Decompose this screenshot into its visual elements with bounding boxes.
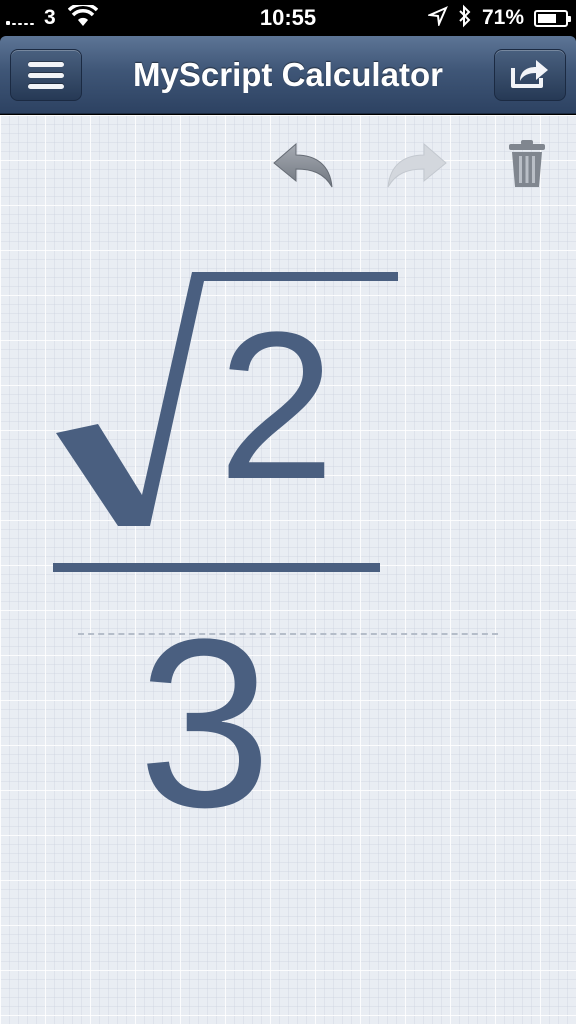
status-right: 71% [426, 0, 571, 36]
menu-button[interactable] [10, 49, 82, 101]
location-arrow-icon [426, 5, 448, 31]
numerator-digit: 2 [218, 288, 335, 523]
writing-canvas[interactable]: 2 3 [0, 115, 576, 1024]
nav-bar: MyScript Calculator [0, 36, 576, 114]
share-export-icon [509, 56, 551, 95]
bluetooth-icon [458, 4, 472, 33]
battery-percent: 71% [481, 6, 524, 29]
battery-icon [534, 9, 571, 27]
status-bar: 3 10:55 71% [0, 0, 576, 36]
expression-strokes [53, 272, 398, 572]
share-button[interactable] [494, 49, 566, 101]
page-title: MyScript Calculator [133, 56, 443, 93]
fraction-bar [53, 563, 380, 572]
denominator-digit: 3 [138, 589, 272, 857]
battery-fill [538, 13, 556, 23]
hamburger-menu-icon [28, 61, 64, 89]
